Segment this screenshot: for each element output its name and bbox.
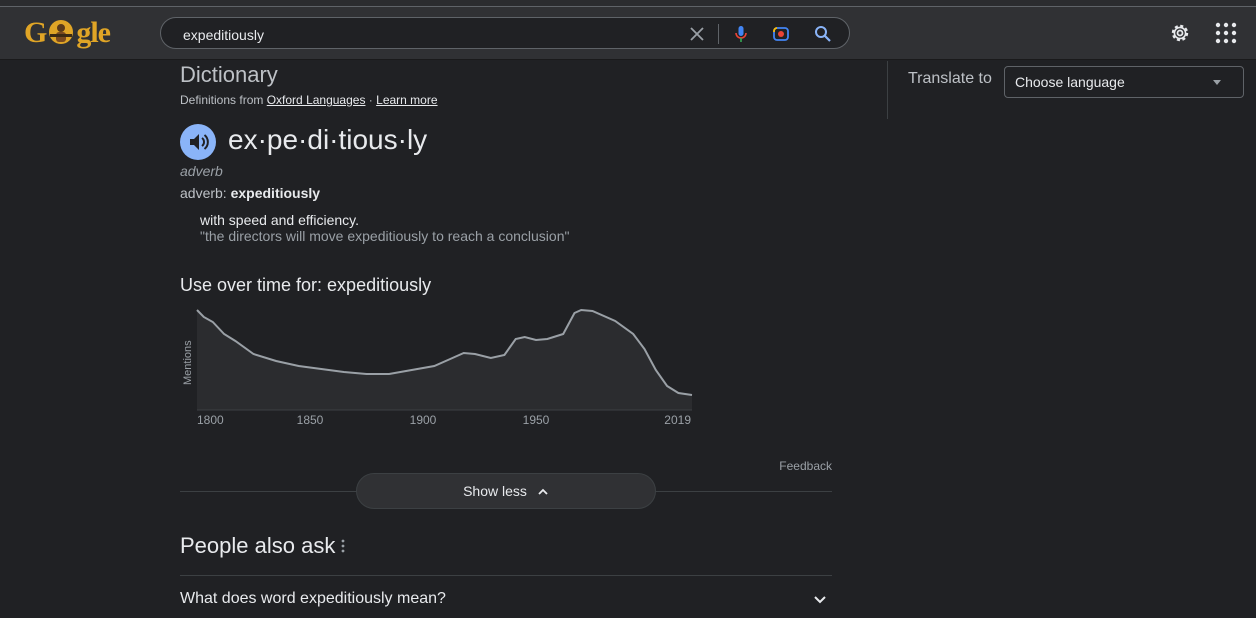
- camera-icon[interactable]: [771, 24, 791, 44]
- more-options-icon[interactable]: [340, 538, 346, 554]
- usage-chart-title: Use over time for: expeditiously: [180, 275, 432, 295]
- example-sentence: "the directors will move expeditiously t…: [200, 228, 570, 244]
- headword: ex·pe·di·tious·ly: [228, 124, 428, 155]
- chart-x-tick-label: 1800: [197, 413, 224, 427]
- chevron-up-icon: [538, 488, 548, 495]
- usage-over-time-chart: Mentions 1800 1850 1900 1950 2019: [182, 308, 693, 427]
- question-item[interactable]: What does word expeditiously mean?: [180, 590, 446, 608]
- dropdown-caret-icon: [1213, 80, 1221, 85]
- apps-grid-icon[interactable]: [1214, 21, 1238, 45]
- definition-text: with speed and efficiency.: [200, 212, 360, 228]
- logo-letter-g: G: [24, 16, 47, 49]
- source-separator: ·: [365, 93, 377, 107]
- source-prefix: Definitions from: [180, 93, 264, 107]
- chart-x-tick-label: 2019: [664, 413, 691, 427]
- chart-x-tick-label: 1850: [297, 413, 324, 427]
- forms-word: expeditiously: [230, 185, 321, 201]
- question-divider: [180, 575, 832, 576]
- browser-top-strip: [0, 0, 1256, 7]
- chart-x-tick-label: 1900: [410, 413, 437, 427]
- dictionary-title: Dictionary: [180, 62, 278, 87]
- right-panel-divider: [887, 61, 888, 119]
- part-of-speech: adverb: [180, 163, 223, 179]
- language-select-value: Choose language: [1015, 74, 1125, 90]
- gear-icon[interactable]: [1168, 21, 1192, 45]
- speaker-icon: [190, 134, 209, 150]
- chart-x-tick-label: 1950: [523, 413, 550, 427]
- show-less-label: Show less: [463, 483, 527, 499]
- search-icon[interactable]: [813, 24, 833, 44]
- feedback-link[interactable]: Feedback: [779, 459, 832, 473]
- logo-letters-gle: gle: [76, 16, 111, 49]
- close-icon[interactable]: [687, 24, 707, 44]
- translate-label: Translate to: [908, 70, 992, 87]
- search-header: G gle: [0, 7, 1256, 60]
- oxford-languages-link[interactable]: Oxford Languages: [267, 93, 366, 107]
- search-box-divider: [718, 24, 719, 44]
- doodle-icon: [49, 20, 74, 44]
- people-also-ask-title: People also ask: [180, 533, 336, 558]
- google-logo[interactable]: G gle: [24, 16, 120, 50]
- dictionary-source: Definitions from Oxford Languages · Lear…: [180, 93, 438, 107]
- forms-label: adverb:: [180, 185, 227, 201]
- microphone-icon[interactable]: [731, 24, 751, 44]
- show-less-button[interactable]: Show less: [356, 473, 656, 509]
- language-select[interactable]: Choose language: [1004, 66, 1244, 98]
- word-forms: adverb: expeditiously: [180, 185, 320, 201]
- search-box[interactable]: [160, 17, 850, 49]
- search-input[interactable]: [181, 24, 665, 46]
- learn-more-link[interactable]: Learn more: [376, 93, 437, 107]
- pronunciation-button[interactable]: [180, 124, 216, 160]
- chevron-down-icon[interactable]: [810, 590, 830, 610]
- chart-y-axis-label: Mentions: [182, 340, 194, 385]
